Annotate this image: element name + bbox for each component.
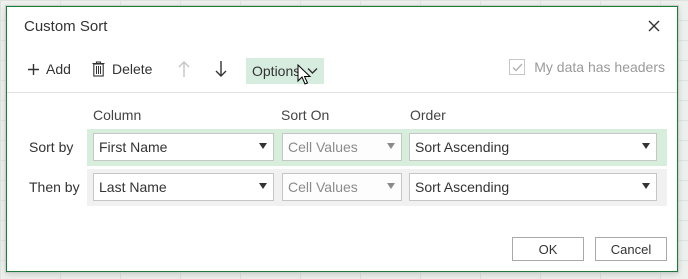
sort-level-row[interactable]: Last Name Cell Values Sort Ascending [87,169,667,206]
column-select[interactable]: First Name [93,133,274,161]
close-button[interactable] [643,15,665,37]
sort-level-row[interactable]: First Name Cell Values Sort Ascending [87,129,667,166]
sort-on-value: Cell Values [288,139,358,155]
has-headers-checkbox[interactable]: My data has headers [509,59,665,75]
column-select[interactable]: Last Name [93,173,274,201]
sort-on-header: Sort On [281,107,330,123]
chevron-down-icon [307,68,318,74]
column-value: First Name [99,139,168,155]
dropdown-caret-icon [642,183,650,189]
sort-by-label: Sort by [29,139,74,155]
delete-label: Delete [112,61,153,77]
arrow-up-icon [178,61,190,77]
sort-on-value: Cell Values [288,179,358,195]
sort-on-select[interactable]: Cell Values [282,133,402,161]
dropdown-caret-icon [387,183,395,189]
order-value: Sort Ascending [415,139,510,155]
order-select[interactable]: Sort Ascending [409,133,657,161]
dropdown-caret-icon [642,143,650,149]
custom-sort-dialog: Custom Sort Add Delete Options My data h… [6,6,678,272]
arrow-down-icon [215,61,227,77]
dropdown-caret-icon [259,143,267,149]
has-headers-label: My data has headers [534,59,665,75]
dialog-title: Custom Sort [24,18,108,35]
move-down-button[interactable] [214,55,228,83]
checkbox-box [509,59,526,75]
plus-icon [28,63,39,75]
close-icon [648,20,660,32]
options-label: Options [252,63,301,79]
cancel-button[interactable]: Cancel [595,237,667,261]
options-button[interactable]: Options [246,58,325,84]
checkmark-icon [512,63,523,71]
add-level-button[interactable]: Add [27,55,71,83]
column-header: Column [93,107,142,123]
order-select[interactable]: Sort Ascending [409,173,657,201]
ok-button[interactable]: OK [512,237,584,261]
dropdown-caret-icon [387,143,395,149]
column-value: Last Name [99,179,167,195]
add-label: Add [46,61,71,77]
move-up-button[interactable] [177,55,191,83]
order-value: Sort Ascending [415,179,510,195]
dropdown-caret-icon [259,183,267,189]
trash-icon [92,61,105,77]
delete-level-button[interactable]: Delete [92,55,152,83]
then-by-label: Then by [29,179,80,195]
toolbar-divider [7,92,677,93]
sort-on-select[interactable]: Cell Values [282,173,402,201]
order-header: Order [410,107,446,123]
